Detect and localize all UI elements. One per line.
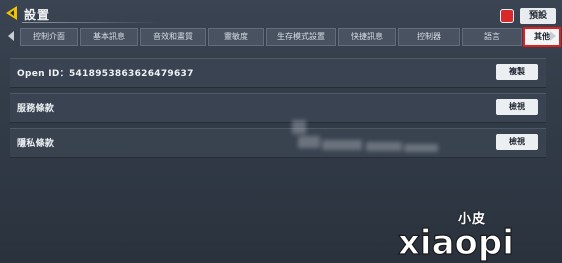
tab-quick-messages[interactable]: 快捷訊息: [338, 28, 396, 46]
tab-bar: 控制介面 基本訊息 音效和畫質 靈敏度 生存模式設置 快捷訊息 控制器 語言 其…: [4, 27, 561, 47]
notification-icon[interactable]: [500, 9, 514, 23]
tab-scroll-left-icon[interactable]: [8, 31, 14, 41]
list-item-terms-of-service: 服務條款 檢視: [10, 93, 546, 123]
tab-sensitivity[interactable]: 靈敏度: [208, 28, 264, 46]
watermark-logo: xiaopi: [397, 222, 514, 262]
tab-basic-info[interactable]: 基本訊息: [80, 28, 138, 46]
tab-control-interface[interactable]: 控制介面: [20, 28, 78, 46]
tab-scroll-right-icon[interactable]: [550, 31, 556, 41]
tabs-container: 控制介面 基本訊息 音效和畫質 靈敏度 生存模式設置 快捷訊息 控制器 語言 其…: [20, 27, 562, 47]
list-item-privacy-policy: 隱私條款 檢視: [10, 128, 546, 158]
svg-text:xiaopi: xiaopi: [398, 223, 514, 262]
settings-list: Open ID：5418953863626479637 複製 服務條款 檢視 隱…: [10, 58, 546, 163]
back-arrow-icon[interactable]: [6, 6, 18, 20]
copy-button[interactable]: 複製: [496, 64, 538, 80]
header-bar: 設置 預設: [0, 0, 562, 26]
mosaic-blur-overlay: [292, 120, 442, 162]
terms-of-service-label: 服務條款: [17, 104, 55, 114]
tab-controller[interactable]: 控制器: [398, 28, 460, 46]
view-privacy-button[interactable]: 檢視: [496, 134, 538, 150]
title-underline: [22, 22, 162, 23]
tab-survival-settings[interactable]: 生存模式設置: [266, 28, 336, 46]
list-item-open-id: Open ID：5418953863626479637 複製: [10, 58, 546, 88]
preset-button[interactable]: 預設: [520, 8, 556, 24]
tab-language[interactable]: 語言: [462, 28, 522, 46]
open-id-label: Open ID：5418953863626479637: [17, 69, 194, 79]
view-terms-button[interactable]: 檢視: [496, 99, 538, 115]
privacy-policy-label: 隱私條款: [17, 139, 55, 149]
page-title: 設置: [24, 8, 51, 22]
tab-audio-graphics[interactable]: 音效和畫質: [140, 28, 206, 46]
